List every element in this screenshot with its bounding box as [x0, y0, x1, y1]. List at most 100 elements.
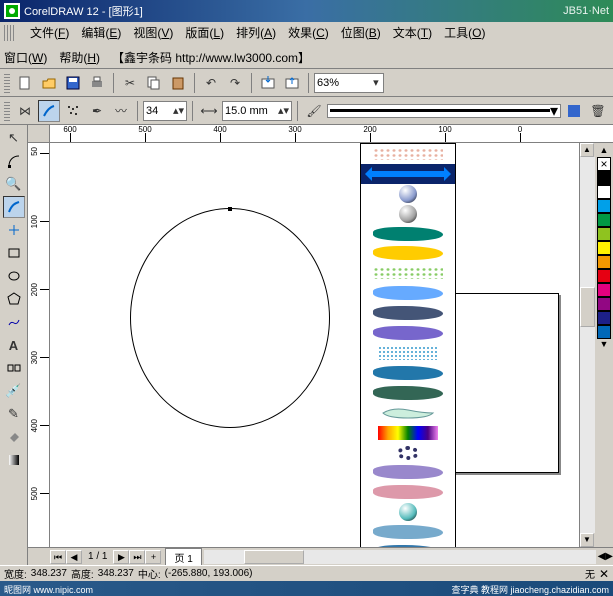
brush-preset[interactable]	[361, 403, 455, 423]
menu-工具[interactable]: 工具(O)	[444, 24, 485, 41]
paste-button[interactable]	[167, 72, 189, 94]
basic-shapes-tool[interactable]	[3, 311, 25, 333]
first-page-button[interactable]: ⏮	[50, 550, 66, 564]
menubar-grip[interactable]	[4, 25, 16, 41]
export-button[interactable]	[281, 72, 303, 94]
brush-preset[interactable]	[361, 144, 455, 164]
undo-button[interactable]: ↶	[200, 72, 222, 94]
color-swatch[interactable]	[597, 297, 611, 311]
save-button[interactable]	[62, 72, 84, 94]
smart-draw-tool[interactable]	[3, 219, 25, 241]
brush-browse-button[interactable]: 🖌	[303, 100, 325, 122]
color-swatch[interactable]	[597, 227, 611, 241]
brush-preset[interactable]	[361, 184, 455, 204]
color-swatch[interactable]	[597, 171, 611, 185]
scroll-thumb[interactable]	[244, 550, 304, 564]
stroke-style-combo[interactable]: ▾	[327, 104, 561, 118]
sprayer-button[interactable]	[62, 100, 84, 122]
brush-preset[interactable]	[361, 522, 455, 542]
ruler-horizontal[interactable]: 6005004003002001000	[50, 125, 613, 143]
zoom-tool[interactable]: 🔍	[3, 173, 25, 195]
freehand-tool[interactable]	[3, 196, 25, 218]
brush-preset[interactable]	[361, 224, 455, 244]
page-tab[interactable]: 页 1	[165, 548, 201, 566]
new-button[interactable]	[14, 72, 36, 94]
stroke-width-field[interactable]: ▴▾	[222, 101, 292, 121]
calligraphic-button[interactable]: ✒	[86, 100, 108, 122]
menu-位图[interactable]: 位图(B)	[341, 24, 381, 41]
open-button[interactable]	[38, 72, 60, 94]
scroll-up-button[interactable]: ▲	[580, 143, 594, 157]
color-swatch[interactable]	[597, 199, 611, 213]
brush-preset[interactable]	[361, 323, 455, 343]
zoom-combo[interactable]: ▾	[314, 73, 384, 93]
width-lock-icon[interactable]: ⟷	[198, 100, 220, 122]
brush-mode-button[interactable]	[38, 100, 60, 122]
color-swatch[interactable]	[597, 185, 611, 199]
scroll-left-button[interactable]: ◀	[598, 551, 606, 562]
color-swatch[interactable]	[597, 241, 611, 255]
color-swatch[interactable]	[597, 213, 611, 227]
stroke-width-input[interactable]	[225, 105, 278, 117]
preset-button[interactable]: ⋈	[14, 100, 36, 122]
brush-preset[interactable]	[361, 204, 455, 224]
next-page-button[interactable]: ▶	[113, 550, 129, 564]
brush-preset[interactable]	[361, 502, 455, 522]
menu-视图[interactable]: 视图(V)	[133, 24, 173, 41]
brush-preset[interactable]	[361, 164, 455, 184]
menu-帮助[interactable]: 帮助(H)	[59, 49, 100, 66]
brush-preset[interactable]	[361, 303, 455, 323]
brush-preset[interactable]	[361, 383, 455, 403]
pressure-button[interactable]: 〰	[110, 100, 132, 122]
brush-preset[interactable]	[361, 482, 455, 502]
brush-preset[interactable]	[361, 263, 455, 283]
cut-button[interactable]: ✂	[119, 72, 141, 94]
ellipse-tool[interactable]	[3, 265, 25, 287]
scroll-right-button[interactable]: ▶	[605, 551, 613, 562]
ruler-vertical[interactable]: 50100200300400500	[28, 143, 50, 547]
toolbar-grip[interactable]	[4, 73, 10, 93]
brush-preset[interactable]	[361, 463, 455, 483]
vertical-scrollbar[interactable]: ▲ ▼	[579, 143, 595, 547]
prev-page-button[interactable]: ◀	[66, 550, 82, 564]
menu-窗口[interactable]: 窗口(W)	[4, 49, 47, 66]
ellipse-object[interactable]	[130, 208, 330, 428]
brush-preset[interactable]	[361, 542, 455, 547]
brush-preset[interactable]	[361, 343, 455, 363]
print-button[interactable]	[86, 72, 108, 94]
horizontal-scrollbar[interactable]	[204, 550, 596, 564]
text-tool[interactable]: A	[3, 334, 25, 356]
import-button[interactable]	[257, 72, 279, 94]
smoothing-input[interactable]	[146, 105, 173, 117]
smoothing-spinner[interactable]: ▴▾	[143, 101, 187, 121]
color-swatch[interactable]	[597, 269, 611, 283]
outline-tool[interactable]: ✎	[3, 403, 25, 425]
add-page-button[interactable]: +	[145, 550, 161, 564]
menu-效果[interactable]: 效果(C)	[288, 24, 329, 41]
no-fill-swatch[interactable]	[597, 157, 611, 171]
scroll-thumb[interactable]	[580, 287, 595, 327]
palette-up-icon[interactable]: ▲	[600, 145, 609, 157]
brush-preset[interactable]	[361, 244, 455, 264]
interactive-fill-tool[interactable]	[3, 449, 25, 471]
shape-tool[interactable]	[3, 150, 25, 172]
spinner-icon[interactable]: ▴▾	[173, 104, 184, 117]
node-handle[interactable]	[228, 207, 232, 211]
dropdown-icon[interactable]: ▾	[371, 76, 381, 89]
copy-button[interactable]	[143, 72, 165, 94]
ruler-origin[interactable]	[28, 125, 50, 143]
spinner-icon[interactable]: ▴▾	[278, 104, 289, 117]
delete-brush-button[interactable]: 🗑	[587, 100, 609, 122]
eyedropper-tool[interactable]: 💉	[3, 380, 25, 402]
palette-down-icon[interactable]: ▼	[600, 339, 609, 351]
brush-preset[interactable]	[361, 283, 455, 303]
brush-preset[interactable]	[361, 443, 455, 463]
menu-文本[interactable]: 文本(T)	[393, 24, 432, 41]
brush-preset[interactable]	[361, 423, 455, 443]
last-page-button[interactable]: ⏭	[129, 550, 145, 564]
propbar-grip[interactable]	[4, 101, 10, 121]
save-brush-button[interactable]	[563, 100, 585, 122]
fill-tool[interactable]	[3, 426, 25, 448]
scroll-down-button[interactable]: ▼	[580, 533, 594, 547]
rectangle-tool[interactable]	[3, 242, 25, 264]
